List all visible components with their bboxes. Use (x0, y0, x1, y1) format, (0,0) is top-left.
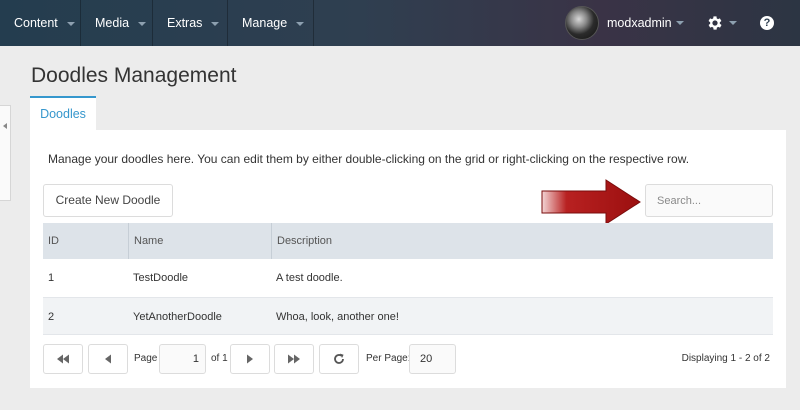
page-title: Doodles Management (31, 64, 237, 87)
menu-manage[interactable]: Manage (228, 0, 314, 46)
cell-id: 2 (48, 311, 55, 323)
first-page-icon (57, 354, 69, 364)
menu-media[interactable]: Media (81, 0, 153, 46)
refresh-button[interactable] (319, 344, 359, 374)
column-header-id[interactable]: ID (43, 223, 128, 259)
help-icon[interactable]: ? (760, 16, 774, 30)
menu-content-label: Content (14, 16, 58, 30)
menu-extras-label: Extras (167, 16, 203, 30)
page-description: Manage your doodles here. You can edit t… (48, 152, 690, 166)
cell-name: YetAnotherDoodle (133, 311, 222, 323)
create-new-doodle-button[interactable]: Create New Doodle (43, 184, 173, 217)
menu-extras[interactable]: Extras (153, 0, 228, 46)
cell-id: 1 (48, 272, 55, 284)
per-page-input[interactable] (409, 344, 456, 374)
tab-doodles[interactable]: Doodles (30, 96, 96, 130)
chevron-down-icon (66, 21, 75, 26)
menu-media-label: Media (95, 16, 130, 30)
cell-description: A test doodle. (276, 272, 343, 284)
menu-manage-label: Manage (242, 16, 288, 30)
column-header-description[interactable]: Description (271, 223, 773, 259)
menu-content[interactable]: Content (0, 0, 81, 46)
chevron-down-icon (676, 21, 684, 25)
cell-name: TestDoodle (133, 272, 189, 284)
table-row[interactable]: 1 TestDoodle A test doodle. (43, 259, 773, 297)
next-page-icon (247, 354, 253, 364)
username: modxadmin (607, 16, 672, 30)
column-header-name[interactable]: Name (128, 223, 271, 259)
chevron-down-icon (211, 21, 220, 26)
chevron-down-icon (729, 21, 737, 25)
chevron-down-icon (296, 21, 305, 26)
page-count-label: of 1 (211, 353, 228, 364)
last-page-button[interactable] (274, 344, 314, 374)
per-page-label: Per Page: (366, 353, 411, 364)
next-page-button[interactable] (230, 344, 270, 374)
user-avatar (565, 6, 599, 40)
gear-icon[interactable] (706, 14, 724, 32)
table-row[interactable]: 2 YetAnotherDoodle Whoa, look, another o… (43, 297, 773, 335)
refresh-icon (334, 353, 344, 364)
grid-header: ID Name Description (43, 223, 773, 259)
chevron-left-icon (3, 123, 7, 129)
chevron-down-icon (138, 21, 147, 26)
top-navigation-bar: Content Media Extras Manage modxadmin ? (0, 0, 800, 46)
search-input[interactable] (645, 184, 773, 217)
sidebar-collapse-handle[interactable] (0, 105, 11, 201)
prev-page-button[interactable] (88, 344, 128, 374)
current-page-input[interactable] (159, 344, 206, 374)
prev-page-icon (105, 354, 111, 364)
first-page-button[interactable] (43, 344, 83, 374)
cell-description: Whoa, look, another one! (276, 311, 399, 323)
last-page-icon (288, 354, 300, 364)
red-arrow-annotation (541, 179, 641, 225)
page-label: Page (134, 353, 158, 364)
display-info: Displaying 1 - 2 of 2 (681, 353, 770, 364)
